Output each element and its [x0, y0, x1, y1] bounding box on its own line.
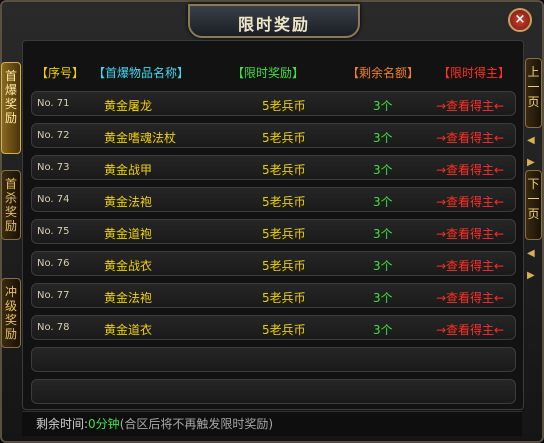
row-no: No. 78 — [37, 322, 70, 333]
view-winner-link[interactable]: →查看得主← — [436, 225, 504, 242]
row-no: No. 76 — [37, 258, 70, 269]
window-title: 限时奖励 — [237, 15, 310, 34]
row-no: No. 73 — [37, 162, 70, 173]
row-item-name: 黄金战衣 — [104, 259, 153, 273]
row-reward: 5老兵币 — [262, 227, 306, 241]
row-reward: 5老兵币 — [262, 131, 306, 145]
header-winner: 【限时得主】 — [438, 66, 511, 80]
arrow-right-icon: ▶ — [527, 270, 535, 281]
remaining-time-label: 剩余时间: — [36, 417, 89, 431]
pager-char: 一 — [527, 192, 540, 206]
table-row: No. 71 黄金屠龙 5老兵币 3个 →查看得主← — [31, 91, 516, 116]
tab-char: 励 — [4, 111, 17, 125]
row-reward: 5老兵币 — [262, 323, 306, 337]
view-winner-link[interactable]: →查看得主← — [436, 129, 504, 146]
tab-char: 首 — [4, 177, 17, 191]
row-no: No. 75 — [37, 226, 70, 237]
header-reward: 【限时奖励】 — [232, 66, 305, 80]
row-reward: 5老兵币 — [262, 99, 306, 113]
row-remaining: 3个 — [373, 131, 393, 145]
tab-char: 励 — [4, 327, 17, 341]
table-row: No. 77 黄金法袍 5老兵币 3个 →查看得主← — [31, 283, 516, 308]
row-no: No. 71 — [37, 98, 70, 109]
merge-note: (合区后将不再触发限时奖励) — [119, 417, 274, 431]
table-row: No. 76 黄金战衣 5老兵币 3个 →查看得主← — [31, 251, 516, 276]
row-item-name: 黄金屠龙 — [104, 99, 153, 113]
arrow-left-icon: ◀ — [527, 248, 535, 259]
table-row: No. 74 黄金法袍 5老兵币 3个 →查看得主← — [31, 187, 516, 212]
close-button[interactable]: × — [508, 8, 532, 32]
tab-char: 奖 — [4, 97, 17, 111]
tab-level-reward[interactable]: 冲 级 奖 励 — [1, 278, 21, 348]
row-item-name: 黄金法袍 — [104, 195, 153, 209]
prev-page-button[interactable]: 上 一 页 — [525, 58, 542, 128]
pager-char: 页 — [527, 95, 540, 109]
row-reward: 5老兵币 — [262, 291, 306, 305]
row-remaining: 3个 — [373, 227, 393, 241]
row-reward: 5老兵币 — [262, 195, 306, 209]
row-remaining: 3个 — [373, 195, 393, 209]
pager-char: 页 — [527, 207, 540, 221]
view-winner-link[interactable]: →查看得主← — [436, 161, 504, 178]
pager-char: 下 — [527, 177, 540, 191]
table-row: No. 73 黄金战甲 5老兵币 3个 →查看得主← — [31, 155, 516, 180]
table-row-empty — [31, 379, 516, 404]
tab-char: 冲 — [4, 285, 17, 299]
row-no: No. 77 — [37, 290, 70, 301]
tab-first-drop-reward[interactable]: 首 爆 奖 励 — [1, 62, 21, 154]
tab-char: 励 — [4, 219, 17, 233]
table-row: No. 75 黄金道袍 5老兵币 3个 →查看得主← — [31, 219, 516, 244]
remaining-time: 剩余时间:0分钟(合区后将不再触发限时奖励) — [36, 415, 273, 432]
header-remaining: 【剩余名额】 — [347, 66, 420, 80]
row-reward: 5老兵币 — [262, 163, 306, 177]
tab-char: 级 — [4, 299, 17, 313]
tab-first-kill-reward[interactable]: 首 杀 奖 励 — [1, 170, 21, 240]
row-no: No. 74 — [37, 194, 70, 205]
pager-char: 一 — [527, 80, 540, 94]
next-page-button[interactable]: 下 一 页 — [525, 170, 542, 240]
arrow-right-icon: ▶ — [527, 157, 535, 168]
row-remaining: 3个 — [373, 323, 393, 337]
row-remaining: 3个 — [373, 99, 393, 113]
tab-char: 杀 — [4, 191, 17, 205]
row-item-name: 黄金法袍 — [104, 291, 153, 305]
view-winner-link[interactable]: →查看得主← — [436, 289, 504, 306]
header-item-name: 【首爆物品名称】 — [93, 66, 190, 80]
tab-char: 奖 — [4, 313, 17, 327]
row-remaining: 3个 — [373, 291, 393, 305]
row-reward: 5老兵币 — [262, 259, 306, 273]
row-remaining: 3个 — [373, 259, 393, 273]
tab-char: 首 — [4, 69, 17, 83]
view-winner-link[interactable]: →查看得主← — [436, 321, 504, 338]
arrow-left-icon: ◀ — [527, 135, 535, 146]
table-row-empty — [31, 347, 516, 372]
table-row: No. 72 黄金嗜魂法杖 5老兵币 3个 →查看得主← — [31, 123, 516, 148]
row-item-name: 黄金道袍 — [104, 227, 153, 241]
tab-char: 奖 — [4, 205, 17, 219]
view-winner-link[interactable]: →查看得主← — [436, 257, 504, 274]
remaining-time-value: 0分钟 — [88, 417, 120, 431]
row-item-name: 黄金战甲 — [104, 163, 153, 177]
row-remaining: 3个 — [373, 163, 393, 177]
row-item-name: 黄金嗜魂法杖 — [104, 131, 177, 145]
view-winner-link[interactable]: →查看得主← — [436, 193, 504, 210]
view-winner-link[interactable]: →查看得主← — [436, 97, 504, 114]
table-row: No. 78 黄金道衣 5老兵币 3个 →查看得主← — [31, 315, 516, 340]
pager-char: 上 — [527, 65, 540, 79]
row-item-name: 黄金道衣 — [104, 323, 153, 337]
row-no: No. 72 — [37, 130, 70, 141]
tab-char: 爆 — [4, 83, 17, 97]
title-plate: 限时奖励 — [188, 4, 360, 38]
header-no: 【序号】 — [36, 66, 85, 80]
